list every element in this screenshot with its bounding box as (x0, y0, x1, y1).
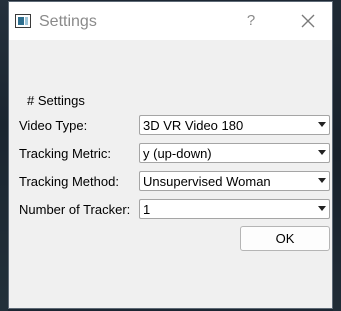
chevron-down-icon (318, 178, 326, 183)
chevron-down-icon (318, 122, 326, 127)
app-window-icon (15, 14, 31, 28)
number-of-tracker-value: 1 (143, 202, 151, 217)
video-type-label: Video Type: (19, 118, 88, 133)
settings-dialog: Settings ? # Settings Video Type: 3D VR … (8, 1, 333, 309)
close-icon (301, 14, 315, 28)
video-type-select[interactable]: 3D VR Video 180 (139, 115, 330, 135)
tracking-metric-select[interactable]: y (up-down) (139, 143, 330, 163)
ok-button[interactable]: OK (240, 226, 330, 251)
number-of-tracker-select[interactable]: 1 (139, 199, 330, 219)
window-title: Settings (39, 13, 97, 30)
tracking-method-value: Unsupervised Woman (143, 174, 271, 189)
number-of-tracker-label: Number of Tracker: (19, 202, 131, 217)
video-type-value: 3D VR Video 180 (143, 118, 244, 133)
chevron-down-icon (318, 150, 326, 155)
tracking-metric-label: Tracking Metric: (19, 146, 111, 161)
tracking-metric-value: y (up-down) (143, 146, 212, 161)
section-heading: # Settings (27, 93, 85, 108)
tracking-method-select[interactable]: Unsupervised Woman (139, 171, 330, 191)
tracking-method-label: Tracking Method: (19, 174, 119, 189)
help-button[interactable]: ? (245, 11, 257, 31)
title-bar[interactable]: Settings ? (9, 2, 332, 40)
chevron-down-icon (318, 206, 326, 211)
close-button[interactable] (299, 12, 317, 30)
desktop-background-left (0, 0, 8, 311)
desktop-background-right (333, 0, 341, 311)
